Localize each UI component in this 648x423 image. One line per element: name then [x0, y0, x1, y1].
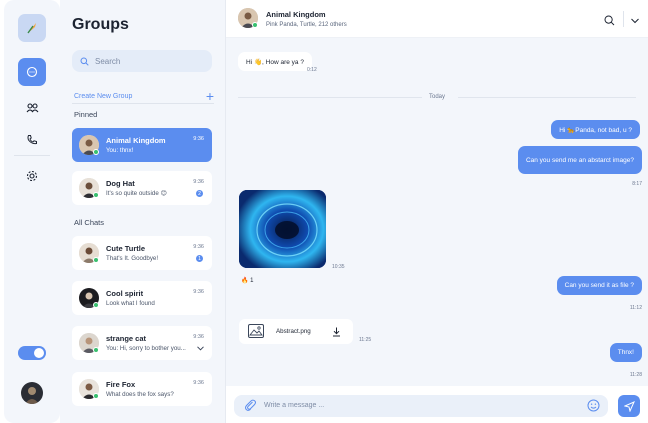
date-divider-line [238, 97, 422, 98]
rail-divider [14, 155, 50, 156]
chat-item-fire-fox[interactable]: Fire Fox What does the fox says? 9:36 [72, 372, 212, 406]
search-icon [80, 57, 89, 66]
chat-item-cute-turtle[interactable]: Cute Turtle That's It. Goodbye! 9:36 1 [72, 236, 212, 270]
online-indicator [252, 22, 258, 28]
search-input[interactable]: Search [72, 50, 212, 72]
chat-time: 9:36 [193, 334, 204, 340]
online-indicator [93, 192, 99, 198]
message-bubble: Can you send me an abstarct image? [517, 146, 642, 174]
message-time: 0:12 [307, 67, 317, 73]
date-divider-label: Today [429, 94, 446, 100]
composer-placeholder: Write a message ... [264, 402, 325, 409]
user-avatar[interactable] [21, 382, 43, 404]
online-indicator [93, 347, 99, 353]
toggle-knob [34, 348, 44, 358]
chat-preview: You: Hi, sorry to bother you... [106, 345, 186, 352]
online-indicator [93, 257, 99, 263]
download-icon[interactable] [332, 327, 341, 337]
pinned-label: Pinned [74, 110, 98, 119]
message-bubble: Hi 🐆Panda, not bad, u ? [551, 120, 640, 139]
image-file-icon [248, 324, 264, 338]
chat-item-animal-kingdom[interactable]: Animal Kingdom You: thnx! 9:36 [72, 128, 212, 162]
app-rail [4, 0, 60, 423]
theme-toggle[interactable] [18, 346, 46, 360]
chat-preview: It's so quite outside 😊 [106, 190, 167, 197]
group-icon[interactable] [18, 94, 46, 122]
unread-badge: 2 [196, 190, 203, 197]
file-name: Abstract.png [276, 328, 311, 335]
header-divider [623, 11, 624, 27]
message-bubble: Hi 👋, How are ya ? [238, 52, 312, 71]
message-time: 11:12 [629, 305, 642, 311]
create-group-button[interactable]: Create New Group + [74, 89, 214, 103]
send-button[interactable] [618, 395, 640, 417]
date-divider-line [458, 97, 636, 98]
message-bubble: Thnx! [609, 343, 642, 362]
chat-name: Cute Turtle [106, 244, 146, 253]
chat-title: Animal Kingdom [266, 10, 326, 19]
send-icon [623, 400, 635, 412]
chat-icon[interactable] [18, 58, 46, 86]
chat-name: Dog Hat [106, 179, 135, 188]
file-message[interactable]: Abstract.png [239, 319, 353, 344]
chat-name: Cool spirit [106, 289, 144, 298]
online-indicator [93, 302, 99, 308]
chat-area: Animal Kingdom Pink Panda, Turtle, 212 o… [226, 0, 648, 423]
create-group-label: Create New Group [74, 92, 133, 100]
groups-panel: Groups Search Create New Group + Pinned … [60, 0, 226, 423]
reaction-badge[interactable]: 🔥 1 [241, 277, 253, 284]
chat-item-dog-hat[interactable]: Dog Hat It's so quite outside 😊 9:36 2 [72, 171, 212, 205]
message-time: 10:35 [332, 264, 345, 270]
chat-preview: Look what I found [106, 300, 155, 307]
chat-item-strange-cat[interactable]: strange cat You: Hi, sorry to bother you… [72, 326, 212, 360]
chat-preview: You: thnx! [106, 147, 134, 154]
message-list: Hi 👋, How are ya ? 0:12 Today Hi 🐆Panda,… [226, 38, 648, 386]
chat-name: strange cat [106, 334, 147, 343]
chat-header: Animal Kingdom Pink Panda, Turtle, 212 o… [226, 0, 648, 38]
divider [72, 103, 214, 104]
image-message[interactable] [239, 190, 326, 268]
chat-time: 9:36 [193, 179, 204, 185]
chevron-down-icon[interactable] [197, 344, 204, 353]
settings-icon[interactable] [18, 162, 46, 190]
page-title: Groups [72, 16, 129, 33]
chat-preview: What does the fox says? [106, 391, 174, 398]
message-time: 11:25 [359, 337, 372, 343]
chat-name: Fire Fox [106, 380, 136, 389]
chat-time: 9:36 [193, 136, 204, 142]
chat-time: 9:36 [193, 289, 204, 295]
chat-item-cool-spirit[interactable]: Cool spirit Look what I found 9:36 [72, 281, 212, 315]
chat-time: 9:36 [193, 244, 204, 250]
message-bubble: Can you send it as file ? [556, 276, 642, 295]
chat-time: 9:36 [193, 380, 204, 386]
feather-logo-icon[interactable] [18, 14, 46, 42]
plus-icon: + [205, 88, 214, 104]
chat-name: Animal Kingdom [106, 136, 166, 145]
chevron-down-icon[interactable] [630, 13, 640, 31]
chat-members: Pink Panda, Turtle, 212 others [266, 22, 347, 28]
chat-preview: That's It. Goodbye! [106, 255, 159, 262]
unread-badge: 1 [196, 255, 203, 262]
search-placeholder: Search [95, 56, 121, 66]
online-indicator [93, 393, 99, 399]
all-chats-label: All Chats [74, 218, 105, 227]
online-indicator [93, 149, 99, 155]
search-icon[interactable] [604, 13, 615, 31]
message-input[interactable]: Write a message ... [234, 395, 608, 417]
message-time: 11:28 [629, 372, 642, 378]
paperclip-icon[interactable] [244, 399, 257, 417]
phone-icon[interactable] [18, 126, 46, 154]
emoji-icon[interactable] [587, 399, 600, 417]
message-time: 8:17 [632, 181, 642, 187]
